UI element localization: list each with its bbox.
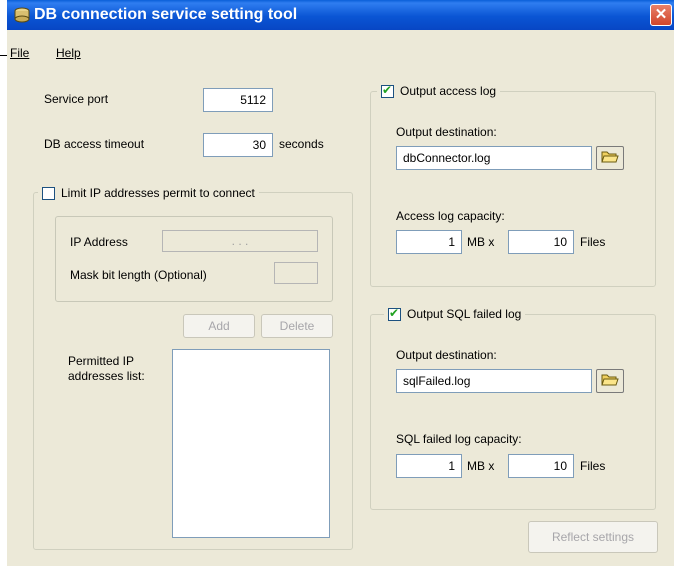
- permitted-ip-list[interactable]: [172, 349, 330, 538]
- db-timeout-input[interactable]: 30: [203, 133, 273, 157]
- access-mb-unit: MB x: [467, 235, 495, 249]
- sql-mb-unit: MB x: [467, 459, 495, 473]
- service-port-input[interactable]: 5112: [203, 88, 273, 112]
- ip-limit-label: Limit IP addresses permit to connect: [61, 186, 255, 200]
- sql-log-checkbox[interactable]: Output SQL failed log: [384, 305, 526, 323]
- sql-capacity-label: SQL failed log capacity:: [396, 432, 522, 446]
- permitted-ip-label-line2: addresses list:: [68, 369, 145, 383]
- access-log-checkbox-box[interactable]: [381, 83, 394, 98]
- reflect-settings-button[interactable]: Reflect settings: [528, 521, 658, 553]
- ip-limit-checkbox[interactable]: Limit IP addresses permit to connect: [38, 184, 259, 202]
- service-port-label: Service port: [44, 92, 109, 106]
- mask-bit-input[interactable]: [274, 262, 318, 284]
- access-files-unit: Files: [580, 235, 606, 249]
- menu-bar: [7, 40, 674, 62]
- database-icon: [13, 7, 31, 23]
- ip-address-subgroup: [55, 216, 333, 302]
- ip-address-input[interactable]: . . .: [162, 230, 318, 252]
- db-timeout-label: DB access timeout: [44, 137, 145, 151]
- close-icon[interactable]: ✕: [650, 4, 672, 26]
- sql-destination-input[interactable]: sqlFailed.log: [396, 369, 592, 393]
- ip-address-dots: . . .: [231, 234, 249, 248]
- sql-capacity-mb-input[interactable]: 1: [396, 454, 462, 478]
- sql-log-label: Output SQL failed log: [407, 307, 522, 321]
- access-log-group: [370, 91, 656, 287]
- timeout-unit-label: seconds: [279, 137, 324, 151]
- folder-open-icon: [601, 373, 619, 390]
- access-destination-label: Output destination:: [396, 125, 497, 139]
- ip-limit-checkbox-box[interactable]: [42, 186, 55, 200]
- sql-capacity-files-input[interactable]: 10: [508, 454, 574, 478]
- access-log-label: Output access log: [400, 84, 497, 98]
- sql-destination-label: Output destination:: [396, 348, 497, 362]
- sql-log-group: [370, 314, 656, 510]
- folder-open-icon: [601, 150, 619, 167]
- access-capacity-mb-input[interactable]: 1: [396, 230, 462, 254]
- mask-bit-label: Mask bit length (Optional): [70, 268, 207, 282]
- access-browse-button[interactable]: [596, 146, 624, 170]
- sql-files-unit: Files: [580, 459, 606, 473]
- add-button[interactable]: Add: [183, 314, 255, 338]
- access-capacity-files-input[interactable]: 10: [508, 230, 574, 254]
- access-log-checkbox[interactable]: Output access log: [377, 82, 501, 100]
- sql-log-checkbox-box[interactable]: [388, 306, 401, 321]
- sql-browse-button[interactable]: [596, 369, 624, 393]
- ip-address-label: IP Address: [70, 235, 128, 249]
- permitted-ip-label-line1: Permitted IP: [68, 354, 135, 368]
- access-destination-input[interactable]: dbConnector.log: [396, 146, 592, 170]
- menu-file[interactable]: File: [10, 46, 29, 60]
- delete-button[interactable]: Delete: [261, 314, 333, 338]
- menu-help[interactable]: Help: [56, 46, 81, 60]
- window-title: DB connection service setting tool: [34, 6, 298, 23]
- access-capacity-label: Access log capacity:: [396, 209, 505, 223]
